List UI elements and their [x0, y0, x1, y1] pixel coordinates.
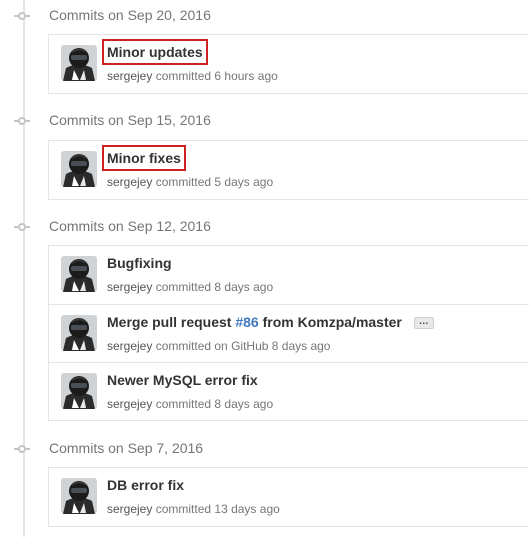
commit-group-title: Commits on Sep 15, 2016 [49, 112, 211, 128]
avatar-helmet-icon [61, 45, 97, 81]
commit-group-header: Commits on Sep 7, 2016 [0, 440, 529, 460]
commit-time: 6 hours ago [214, 69, 278, 83]
commit-group-header: Commits on Sep 15, 2016 [0, 112, 529, 132]
commit-action: committed [155, 280, 212, 294]
pull-request-link[interactable]: #86 [235, 314, 258, 330]
commit-meta: sergejey committed 8 days ago [107, 280, 273, 294]
commit-meta: sergejey committed 5 days ago [107, 175, 273, 189]
commit-meta: sergejey committed 13 days ago [107, 502, 280, 516]
commit-message-link[interactable]: Newer MySQL error fix [107, 372, 258, 388]
commit-author-link[interactable]: sergejey [107, 339, 152, 353]
commit-author-link[interactable]: sergejey [107, 280, 152, 294]
commit-author-link[interactable]: sergejey [107, 69, 152, 83]
avatar-helmet-icon [61, 315, 97, 351]
avatar-helmet-icon [61, 151, 97, 187]
commit-row: Minor updates sergejey committed 6 hours… [49, 35, 529, 93]
commit-action: committed [155, 175, 212, 189]
commit-node-icon [14, 117, 30, 125]
commit-message-link[interactable]: DB error fix [107, 477, 184, 493]
commit-group-header: Commits on Sep 12, 2016 [0, 218, 529, 238]
commit-time: 13 days ago [214, 502, 280, 516]
commit-author-link[interactable]: sergejey [107, 175, 152, 189]
commit-group-title: Commits on Sep 20, 2016 [49, 7, 211, 23]
avatar-helmet-icon [61, 256, 97, 292]
expand-description-button[interactable]: … [413, 317, 434, 330]
user-avatar[interactable] [61, 256, 97, 292]
commit-message-link[interactable]: Merge pull request [107, 314, 231, 330]
avatar-helmet-icon [61, 373, 97, 409]
commit-time: 5 days ago [214, 175, 274, 189]
user-avatar[interactable] [61, 151, 97, 187]
commit-row: Merge pull request #86 from Komzpa/maste… [49, 304, 529, 362]
user-avatar[interactable] [61, 373, 97, 409]
commit-author-link[interactable]: sergejey [107, 397, 152, 411]
user-avatar[interactable] [61, 45, 97, 81]
avatar-helmet-icon [61, 478, 97, 514]
commit-message-link[interactable]: Minor updates [102, 39, 208, 65]
commit-row: Newer MySQL error fix sergejey committed… [49, 362, 529, 420]
user-avatar[interactable] [61, 478, 97, 514]
commit-list: DB error fix sergejey committed 13 days … [48, 467, 529, 527]
commit-list: Minor updates sergejey committed 6 hours… [48, 34, 529, 94]
commit-message: Merge pull request #86 from Komzpa/maste… [107, 314, 434, 330]
commit-group-title: Commits on Sep 12, 2016 [49, 218, 211, 234]
commit-meta: sergejey committed 6 hours ago [107, 69, 278, 83]
commit-message-link[interactable]: Bugfixing [107, 255, 172, 271]
commit-list: Minor fixes sergejey committed 5 days ag… [48, 140, 529, 200]
commit-group-title: Commits on Sep 7, 2016 [49, 440, 204, 456]
commit-meta: sergejey committed on GitHub 8 days ago [107, 339, 330, 353]
commit-message-link[interactable]: Minor fixes [102, 145, 186, 171]
commit-action: committed [155, 69, 212, 83]
commit-row: Minor fixes sergejey committed 5 days ag… [49, 141, 529, 199]
commit-node-icon [14, 445, 30, 453]
commit-row: DB error fix sergejey committed 13 days … [49, 468, 529, 526]
commit-action: committed on GitHub [155, 339, 269, 353]
commit-node-icon [14, 12, 30, 20]
commit-author-link[interactable]: sergejey [107, 502, 152, 516]
user-avatar[interactable] [61, 315, 97, 351]
commit-group-header: Commits on Sep 20, 2016 [0, 7, 529, 27]
commit-row: Bugfixing sergejey committed 8 days ago [49, 246, 529, 304]
commit-meta: sergejey committed 8 days ago [107, 397, 273, 411]
commit-list: Bugfixing sergejey committed 8 days ago … [48, 245, 529, 421]
commit-node-icon [14, 223, 30, 231]
commit-time: 8 days ago [214, 397, 274, 411]
commit-time: 8 days ago [214, 280, 274, 294]
commit-time: 8 days ago [271, 339, 331, 353]
commit-action: committed [155, 502, 212, 516]
commit-message-link[interactable]: from Komzpa/master [263, 314, 402, 330]
commit-action: committed [155, 397, 212, 411]
